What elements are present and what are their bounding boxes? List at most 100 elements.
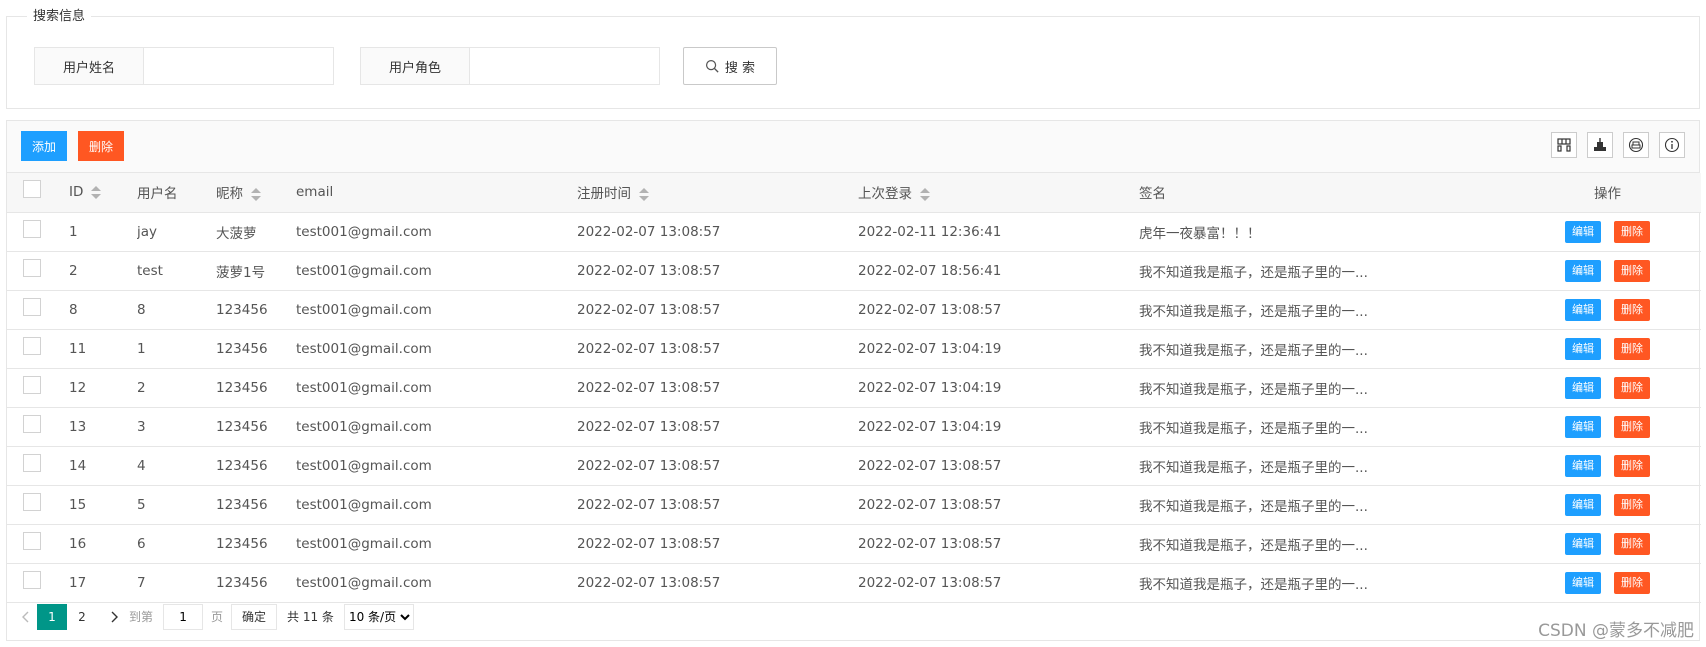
cell-username: 5 xyxy=(137,485,216,525)
pagination: 1 2 到第 页 确定 共 11 条 10 条/页 xyxy=(7,592,1699,641)
delete-button[interactable]: 删除 xyxy=(1614,376,1650,399)
table-row[interactable]: 11 1 123456 test001@gmail.com 2022-02-07 13:… xyxy=(7,329,1701,369)
header-nickname[interactable]: 昵称 xyxy=(216,173,296,213)
username-input[interactable] xyxy=(144,48,333,84)
page-size-select[interactable]: 10 条/页 xyxy=(343,603,414,630)
cell-email: test001@gmail.com xyxy=(296,485,577,525)
columns-filter-icon xyxy=(1557,138,1571,152)
cell-last-login: 2022-02-07 13:08:57 xyxy=(858,524,1139,564)
cell-email: test001@gmail.com xyxy=(296,524,577,564)
row-checkbox[interactable] xyxy=(23,570,41,589)
cell-id: 8 xyxy=(57,290,137,330)
search-button-label: 搜 索 xyxy=(724,60,756,76)
sort-icon[interactable] xyxy=(639,187,649,201)
search-button[interactable]: 搜 索 xyxy=(683,47,777,85)
cell-signature: 我不知道我是瓶子，还是瓶子里的一... xyxy=(1139,407,1514,447)
chevron-right-icon xyxy=(111,611,118,622)
watermark: CSDN @蒙多不减肥 xyxy=(1538,621,1694,641)
prev-page-button[interactable] xyxy=(15,603,37,631)
cell-username: 4 xyxy=(137,446,216,486)
edit-button[interactable]: 编辑 xyxy=(1565,571,1601,594)
cell-id: 11 xyxy=(57,329,137,369)
row-checkbox[interactable] xyxy=(23,453,41,472)
print-icon xyxy=(1628,137,1644,153)
edit-button[interactable]: 编辑 xyxy=(1565,532,1601,555)
role-input[interactable] xyxy=(470,48,659,84)
cell-signature: 我不知道我是瓶子，还是瓶子里的一... xyxy=(1139,368,1514,408)
cell-signature: 我不知道我是瓶子，还是瓶子里的一... xyxy=(1139,290,1514,330)
sort-icon[interactable] xyxy=(920,187,930,201)
edit-button[interactable]: 编辑 xyxy=(1565,220,1601,243)
edit-button[interactable]: 编辑 xyxy=(1565,259,1601,282)
page-1-button[interactable]: 1 xyxy=(37,603,67,630)
table-row[interactable]: 8 8 123456 test001@gmail.com 2022-02-07 13:0… xyxy=(7,290,1701,330)
print-button[interactable] xyxy=(1623,132,1649,158)
cell-id: 16 xyxy=(57,524,137,564)
edit-button[interactable]: 编辑 xyxy=(1565,298,1601,321)
table-row[interactable]: 15 5 123456 test001@gmail.com 2022-02-07 13:… xyxy=(7,485,1701,525)
columns-filter-button[interactable] xyxy=(1551,132,1577,158)
table-row[interactable]: 16 6 123456 test001@gmail.com 2022-02-07 13:… xyxy=(7,524,1701,564)
cell-username: 3 xyxy=(137,407,216,447)
next-page-button[interactable] xyxy=(103,603,125,631)
cell-id: 1 xyxy=(57,212,137,252)
cell-nickname: 菠萝1号 xyxy=(216,251,296,291)
edit-button[interactable]: 编辑 xyxy=(1565,337,1601,360)
edit-button[interactable]: 编辑 xyxy=(1565,415,1601,438)
cell-nickname: 123456 xyxy=(216,290,296,330)
chevron-left-icon xyxy=(22,611,29,622)
edit-button[interactable]: 编辑 xyxy=(1565,376,1601,399)
row-checkbox[interactable] xyxy=(23,375,41,394)
row-checkbox[interactable] xyxy=(23,297,41,316)
cell-signature: 我不知道我是瓶子，还是瓶子里的一... xyxy=(1139,485,1514,525)
batch-delete-button[interactable]: 删除 xyxy=(78,131,124,161)
cell-register-time: 2022-02-07 13:08:57 xyxy=(577,251,858,291)
delete-button[interactable]: 删除 xyxy=(1614,493,1650,516)
cell-register-time: 2022-02-07 13:08:57 xyxy=(577,290,858,330)
table-row[interactable]: 13 3 123456 test001@gmail.com 2022-02-07 13:… xyxy=(7,407,1701,447)
delete-button[interactable]: 删除 xyxy=(1614,571,1650,594)
info-button[interactable] xyxy=(1659,132,1685,158)
users-table: ID 用户名 昵称 email 注册时间 上次登录 签名 操作 1 jay 大菠萝 t… xyxy=(7,173,1701,603)
role-label: 用户角色 xyxy=(361,48,470,84)
goto-page-input[interactable] xyxy=(163,603,204,630)
row-checkbox[interactable] xyxy=(23,414,41,433)
edit-button[interactable]: 编辑 xyxy=(1565,493,1601,516)
cell-actions: 编辑 删除 xyxy=(1514,485,1701,525)
edit-button[interactable]: 编辑 xyxy=(1565,454,1601,477)
page-2-button[interactable]: 2 xyxy=(67,604,97,630)
delete-button[interactable]: 删除 xyxy=(1614,259,1650,282)
username-form-group: 用户姓名 xyxy=(34,47,334,85)
cell-last-login: 2022-02-07 13:08:57 xyxy=(858,485,1139,525)
row-checkbox[interactable] xyxy=(23,531,41,550)
table-row[interactable]: 12 2 123456 test001@gmail.com 2022-02-07 13:… xyxy=(7,368,1701,408)
header-id[interactable]: ID xyxy=(57,173,137,213)
sort-icon[interactable] xyxy=(251,187,261,201)
table-row[interactable]: 14 4 123456 test001@gmail.com 2022-02-07 13:… xyxy=(7,446,1701,486)
delete-button[interactable]: 删除 xyxy=(1614,454,1650,477)
cell-username: 1 xyxy=(137,329,216,369)
cell-id: 14 xyxy=(57,446,137,486)
row-checkbox[interactable] xyxy=(23,258,41,277)
delete-button[interactable]: 删除 xyxy=(1614,298,1650,321)
row-checkbox[interactable] xyxy=(23,336,41,355)
cell-username: test xyxy=(137,251,216,291)
add-button[interactable]: 添加 xyxy=(21,131,67,161)
cell-last-login: 2022-02-07 18:56:41 xyxy=(858,251,1139,291)
sort-icon[interactable] xyxy=(91,185,102,199)
row-checkbox[interactable] xyxy=(23,219,41,238)
goto-confirm-button[interactable]: 确定 xyxy=(231,603,278,630)
delete-button[interactable]: 删除 xyxy=(1614,415,1650,438)
delete-button[interactable]: 删除 xyxy=(1614,220,1650,243)
row-checkbox[interactable] xyxy=(23,492,41,511)
table-row[interactable]: 1 jay 大菠萝 test001@gmail.com 2022-02-07 13:08… xyxy=(7,212,1701,252)
header-register-time[interactable]: 注册时间 xyxy=(577,173,858,213)
table-row[interactable]: 2 test 菠萝1号 test001@gmail.com 2022-02-07 13:… xyxy=(7,251,1701,291)
header-last-login[interactable]: 上次登录 xyxy=(858,173,1139,213)
delete-button[interactable]: 删除 xyxy=(1614,532,1650,555)
cell-actions: 编辑 删除 xyxy=(1514,290,1701,330)
export-button[interactable] xyxy=(1587,132,1613,158)
select-all-checkbox[interactable] xyxy=(23,180,41,199)
delete-button[interactable]: 删除 xyxy=(1614,337,1650,360)
cell-register-time: 2022-02-07 13:08:57 xyxy=(577,329,858,369)
